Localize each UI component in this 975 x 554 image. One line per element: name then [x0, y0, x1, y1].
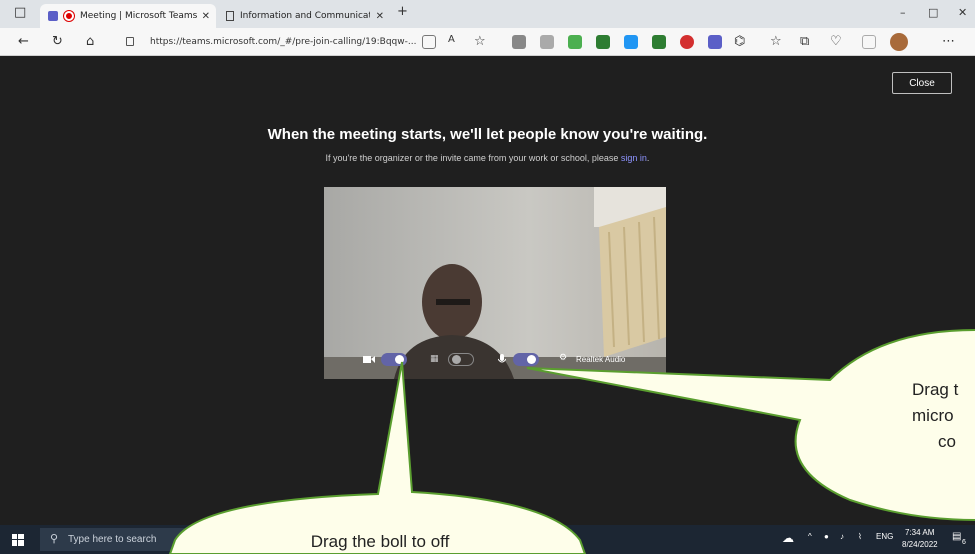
mic-callout-line1: Drag t — [912, 380, 959, 399]
camera-callout-bubble — [168, 361, 587, 554]
annotation-overlay — [168, 329, 975, 554]
screen: □ Meeting | Microsoft Teams ✕ Informatio… — [0, 0, 975, 554]
mic-callout-bubble — [526, 329, 975, 521]
mic-callout-line2: micro — [912, 406, 954, 425]
camera-callout-text: Drag the boll to off — [310, 532, 450, 551]
mic-callout-line3: co — [938, 432, 956, 451]
